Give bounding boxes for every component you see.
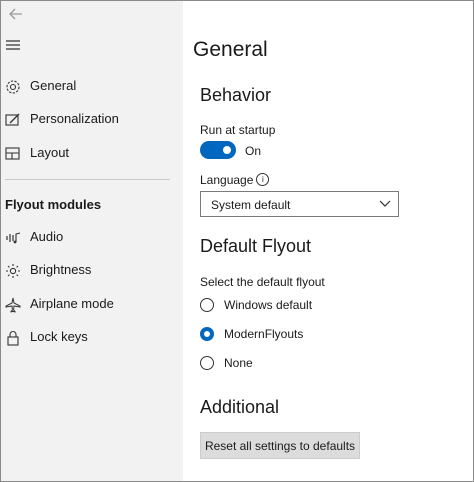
sidebar-item-label: General — [30, 78, 77, 93]
sidebar-item-label: Airplane mode — [30, 296, 114, 311]
radio-modernflyouts[interactable]: ModernFlyouts — [200, 326, 420, 346]
settings-window: General Personalization Layout Flyout mo… — [0, 0, 474, 482]
sidebar-item-label: Personalization — [30, 111, 119, 126]
layout-icon — [5, 146, 21, 162]
additional-heading: Additional — [200, 397, 280, 417]
sidebar-item-label: Audio — [30, 229, 64, 244]
sidebar-item-label: Lock keys — [30, 329, 88, 344]
sidebar-item-personalization[interactable]: Personalization — [1, 105, 183, 135]
radio-circle — [200, 356, 214, 370]
radio-circle — [200, 298, 214, 312]
sidebar-item-brightness[interactable]: Brightness — [1, 256, 183, 286]
sidebar-item-audio[interactable]: Audio — [1, 223, 183, 253]
airplane-icon — [5, 297, 21, 313]
gear-icon — [5, 79, 21, 95]
hamburger-icon — [6, 40, 20, 50]
sidebar-divider — [5, 179, 170, 180]
toggle-state-label: On — [245, 144, 262, 158]
personalization-icon — [5, 112, 21, 128]
run-at-startup-label: Run at startup — [200, 123, 276, 137]
sidebar-item-label: Brightness — [30, 262, 92, 277]
sidebar-item-label: Layout — [30, 145, 70, 160]
language-select-value: System default — [211, 198, 291, 212]
language-label: Language — [200, 173, 254, 187]
run-at-startup-toggle[interactable] — [200, 141, 236, 159]
menu-button[interactable] — [5, 37, 23, 53]
info-icon[interactable]: i — [256, 173, 270, 186]
audio-icon — [5, 230, 21, 246]
back-arrow-icon — [9, 8, 22, 20]
brightness-icon — [5, 263, 21, 279]
radio-label: ModernFlyouts — [224, 327, 304, 341]
default-flyout-heading: Default Flyout — [200, 236, 312, 256]
radio-none[interactable]: None — [200, 355, 420, 375]
reset-settings-button[interactable]: Reset all settings to defaults — [200, 432, 360, 459]
language-select[interactable]: System default — [200, 191, 399, 217]
radio-label: Windows default — [224, 298, 313, 312]
radio-label: None — [224, 356, 253, 370]
back-button[interactable] — [5, 3, 27, 25]
chevron-down-icon — [379, 200, 391, 207]
toggle-knob — [223, 146, 231, 154]
lock-icon — [5, 330, 21, 346]
behavior-heading: Behavior — [200, 85, 272, 105]
sidebar: General Personalization Layout Flyout mo… — [1, 1, 183, 481]
radio-windows-default[interactable]: Windows default — [200, 297, 420, 317]
sidebar-item-lock-keys[interactable]: Lock keys — [1, 323, 183, 353]
sidebar-item-layout[interactable]: Layout — [1, 139, 183, 169]
page-title: General — [193, 38, 268, 61]
radio-circle-selected — [200, 327, 214, 341]
sidebar-section-title: Flyout modules — [5, 197, 102, 212]
sidebar-item-general[interactable]: General — [1, 72, 183, 102]
sidebar-item-airplane-mode[interactable]: Airplane mode — [1, 290, 183, 320]
language-label-row: Language i — [200, 173, 270, 187]
default-flyout-prompt: Select the default flyout — [200, 275, 325, 289]
main-content: General Behavior Run at startup On Langu… — [183, 1, 473, 481]
